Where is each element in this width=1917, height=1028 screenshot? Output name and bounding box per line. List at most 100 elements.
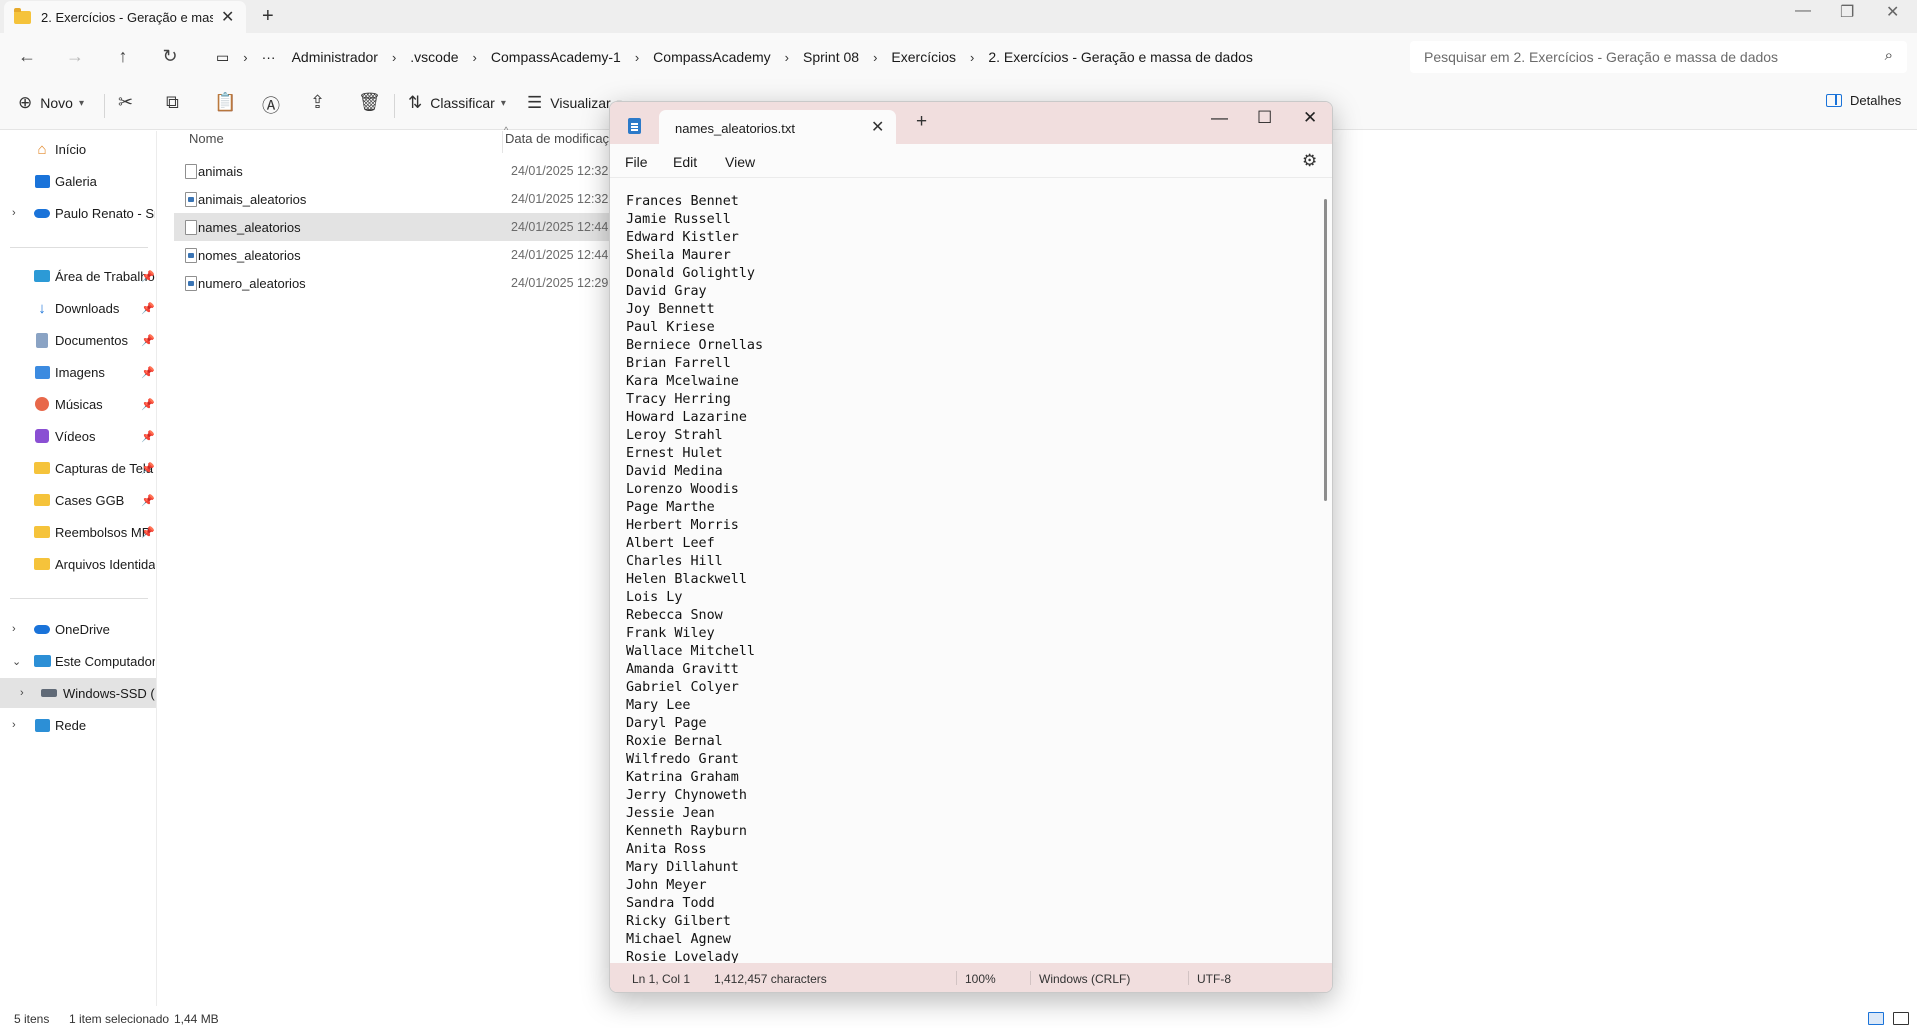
text-line: Ernest Hulet: [626, 446, 723, 461]
breadcrumb-item[interactable]: CompassAcademy: [645, 49, 779, 65]
sort-button[interactable]: ⇅ Classificar ▾: [408, 93, 506, 113]
text-line: Frances Bennet: [626, 194, 739, 209]
text-line: Howard Lazarine: [626, 410, 747, 425]
close-tab-icon[interactable]: ✕: [871, 117, 884, 137]
minimize-button[interactable]: —: [1211, 108, 1228, 128]
cut-icon[interactable]: ✂: [118, 92, 133, 113]
zoom-level[interactable]: 100%: [965, 972, 996, 986]
chevron-right-icon[interactable]: ›: [779, 50, 795, 65]
nav-item-onedrive-personal[interactable]: › Paulo Renato - Sma: [0, 198, 156, 228]
chevron-right-icon[interactable]: ›: [12, 207, 16, 219]
file-row[interactable]: animais_aleatorios 24/01/2025 12:32: [174, 185, 614, 213]
breadcrumb-overflow-icon[interactable]: ···: [254, 49, 284, 65]
paste-icon[interactable]: 📋: [214, 92, 236, 113]
delete-icon[interactable]: 🗑: [358, 92, 381, 113]
chevron-right-icon[interactable]: ›: [12, 623, 16, 635]
breadcrumb-item-current[interactable]: 2. Exercícios - Geração e massa de dados: [980, 49, 1261, 65]
chevron-right-icon[interactable]: ›: [12, 719, 16, 731]
details-view-icon[interactable]: [1868, 1012, 1884, 1025]
chevron-right-icon[interactable]: ›: [867, 50, 883, 65]
rename-icon[interactable]: Ⓐ: [262, 92, 280, 118]
nav-item-images[interactable]: Imagens 📌: [0, 357, 156, 387]
column-header-date[interactable]: Data de modificação: [505, 131, 624, 153]
status-divider: [1188, 971, 1189, 985]
cursor-position: Ln 1, Col 1: [632, 972, 691, 986]
chevron-right-icon[interactable]: ›: [20, 687, 24, 699]
column-divider[interactable]: [502, 131, 503, 153]
breadcrumb-item[interactable]: .vscode: [402, 49, 466, 65]
divider: [394, 94, 395, 118]
nav-item-drive[interactable]: › Windows-SSD (C:): [0, 678, 156, 708]
notepad-tab[interactable]: names_aleatorios.txt ✕: [659, 110, 896, 144]
column-header-name[interactable]: Nome: [189, 131, 224, 153]
copy-icon[interactable]: ⧉: [166, 92, 179, 113]
restore-button[interactable]: ❐: [1840, 2, 1854, 22]
nav-item-cases[interactable]: Cases GGB 📌: [0, 485, 156, 515]
chevron-right-icon[interactable]: ›: [964, 50, 980, 65]
search-input[interactable]: Pesquisar em 2. Exercícios - Geração e m…: [1410, 41, 1907, 73]
forward-button[interactable]: →: [60, 41, 90, 71]
maximize-button[interactable]: ☐: [1257, 108, 1272, 128]
nav-label: Galeria: [55, 173, 97, 189]
breadcrumb-item[interactable]: CompassAcademy-1: [483, 49, 629, 65]
tiles-view-icon[interactable]: [1893, 1012, 1909, 1025]
nav-item-documents[interactable]: Documentos 📌: [0, 325, 156, 355]
chevron-down-icon[interactable]: ⌄: [12, 655, 21, 668]
close-window-button[interactable]: ✕: [1303, 108, 1317, 128]
nav-item-home[interactable]: ⌂ Início: [0, 134, 156, 164]
this-pc-icon[interactable]: ▭: [208, 49, 237, 66]
new-tab-button[interactable]: +: [262, 5, 274, 28]
breadcrumb-item[interactable]: Sprint 08: [795, 49, 867, 65]
menu-file[interactable]: File: [625, 154, 648, 170]
nav-item-screenshots[interactable]: Capturas de Tela 📌: [0, 453, 156, 483]
breadcrumb-item[interactable]: Administrador: [284, 49, 386, 65]
close-window-button[interactable]: ✕: [1886, 2, 1899, 22]
nav-item-arquivos[interactable]: Arquivos Identidad: [0, 549, 156, 579]
chevron-right-icon[interactable]: ›: [629, 50, 645, 65]
text-line: Helen Blackwell: [626, 572, 747, 587]
scrollbar-thumb[interactable]: [1324, 199, 1327, 501]
explorer-tab[interactable]: 2. Exercícios - Geração e massa de dados…: [4, 1, 246, 33]
nav-item-music[interactable]: Músicas 📌: [0, 389, 156, 419]
nav-item-onedrive[interactable]: › OneDrive: [0, 614, 156, 644]
menu-edit[interactable]: Edit: [673, 154, 697, 170]
back-button[interactable]: ←: [12, 41, 42, 71]
new-tab-button[interactable]: +: [916, 111, 927, 133]
desktop-icon: [34, 270, 50, 282]
breadcrumb[interactable]: ▭ › ··· Administrador › .vscode › Compas…: [208, 41, 1403, 73]
file-row[interactable]: nomes_aleatorios 24/01/2025 12:44: [174, 241, 614, 269]
chevron-right-icon[interactable]: ›: [467, 50, 483, 65]
gear-icon[interactable]: ⚙: [1302, 151, 1317, 171]
new-button[interactable]: ⊕ Novo ▾: [18, 93, 84, 113]
nav-item-network[interactable]: › Rede: [0, 710, 156, 740]
share-icon[interactable]: ⇪: [310, 92, 325, 113]
view-button[interactable]: ☰ Visualizar ▾: [527, 93, 622, 113]
chevron-right-icon[interactable]: ›: [237, 50, 253, 65]
nav-item-this-pc[interactable]: ⌄ Este Computador: [0, 646, 156, 676]
chevron-right-icon[interactable]: ›: [386, 50, 402, 65]
text-line: Gabriel Colyer: [626, 680, 739, 695]
line-ending[interactable]: Windows (CRLF): [1039, 972, 1130, 986]
close-tab-icon[interactable]: ✕: [221, 7, 234, 27]
refresh-button[interactable]: ↻: [155, 41, 185, 71]
file-row-selected[interactable]: names_aleatorios 24/01/2025 12:44: [174, 213, 614, 241]
file-row[interactable]: numero_aleatorios 24/01/2025 12:29: [174, 269, 614, 297]
nav-item-desktop[interactable]: Área de Trabalho 📌: [0, 261, 156, 291]
breadcrumb-item[interactable]: Exercícios: [883, 49, 964, 65]
text-file-icon: [185, 219, 197, 235]
details-button[interactable]: Detalhes: [1826, 93, 1901, 108]
nav-item-videos[interactable]: Vídeos 📌: [0, 421, 156, 451]
explorer-title-bar: 2. Exercícios - Geração e massa de dados…: [0, 0, 1917, 33]
plus-circle-icon: ⊕: [18, 93, 33, 112]
nav-item-reembolsos[interactable]: Reembolsos MP 📌: [0, 517, 156, 547]
up-button[interactable]: ↑: [108, 41, 138, 71]
pin-icon: 📌: [141, 270, 155, 283]
nav-item-gallery[interactable]: Galeria: [0, 166, 156, 196]
text-editor[interactable]: Frances Bennet Jamie Russell Edward Kistle…: [610, 179, 1332, 963]
file-row[interactable]: animais 24/01/2025 12:32: [174, 157, 614, 185]
encoding[interactable]: UTF-8: [1197, 972, 1231, 986]
minimize-button[interactable]: —: [1795, 2, 1811, 20]
menu-view[interactable]: View: [725, 154, 755, 170]
pin-icon: 📌: [141, 526, 155, 539]
nav-item-downloads[interactable]: ↓ Downloads 📌: [0, 293, 156, 323]
